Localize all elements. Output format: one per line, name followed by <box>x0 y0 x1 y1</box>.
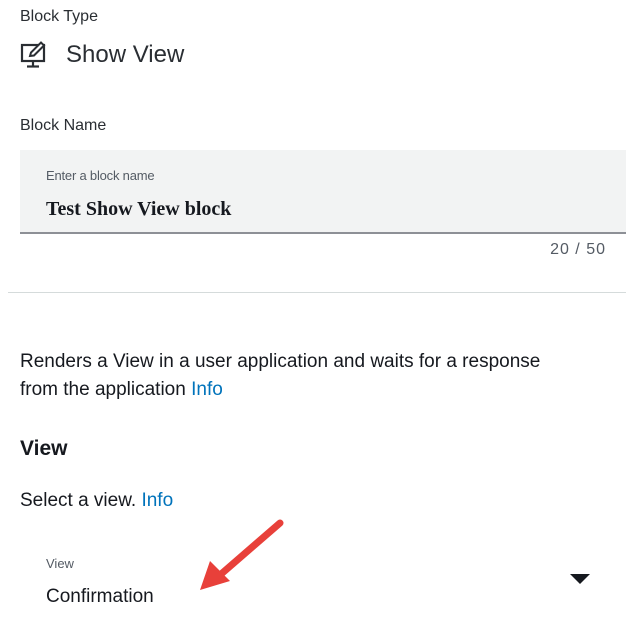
chevron-down-icon[interactable] <box>570 574 590 584</box>
block-name-label: Block Name <box>20 117 107 134</box>
view-select-label: View <box>46 556 74 571</box>
block-type-value: Show View <box>66 41 185 68</box>
view-section-heading: View <box>20 437 68 460</box>
block-type-label: Block Type <box>20 8 98 25</box>
block-type-row: Show View <box>20 40 184 70</box>
block-name-field[interactable]: Enter a block name <box>20 150 626 234</box>
block-name-input[interactable] <box>46 198 546 221</box>
section-divider <box>8 292 626 293</box>
description-text: Renders a View in a user application and… <box>20 351 541 400</box>
view-info-link[interactable]: Info <box>141 490 173 511</box>
monitor-edit-icon <box>20 40 50 70</box>
block-name-field-label: Enter a block name <box>46 168 155 183</box>
block-config-panel: Block Type Show View Block Name Enter a … <box>0 0 626 617</box>
view-help-label: Select a view. <box>20 490 142 511</box>
view-select[interactable]: View Confirmation <box>20 540 626 617</box>
block-description: Renders a View in a user application and… <box>20 348 580 404</box>
view-help-text: Select a view. Info <box>20 490 173 512</box>
annotation-arrow-icon <box>200 519 284 590</box>
character-counter: 20 / 50 <box>550 241 606 258</box>
description-info-link[interactable]: Info <box>191 379 223 400</box>
view-select-value: Confirmation <box>46 586 154 607</box>
